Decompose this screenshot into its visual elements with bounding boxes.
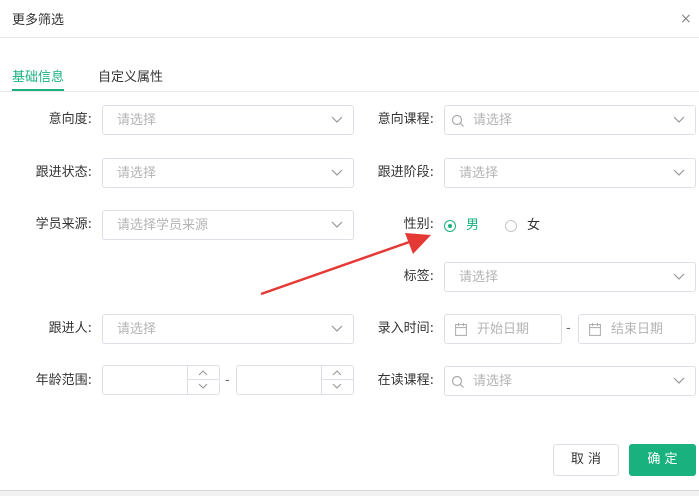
entry-end-date-placeholder: 结束日期	[611, 322, 664, 337]
entry-start-date-input[interactable]: 开始日期	[444, 314, 562, 344]
intent-course-select[interactable]: 请选择	[444, 105, 696, 135]
gender-female-label: 女	[527, 218, 541, 233]
current-course-placeholder: 请选择	[473, 374, 513, 389]
intent-level-placeholder: 请选择	[117, 113, 157, 128]
chevron-down-icon	[673, 273, 685, 280]
chevron-down-icon	[331, 221, 343, 228]
dialog-title: 更多筛选	[12, 13, 65, 28]
cancel-button[interactable]: 取 消	[553, 444, 619, 476]
follower-select[interactable]: 请选择	[102, 314, 354, 344]
current-course-select[interactable]: 请选择	[444, 366, 696, 396]
intent-course-placeholder: 请选择	[473, 113, 513, 128]
radio-checked-icon	[444, 220, 456, 232]
more-filters-dialog: 更多筛选 × 基础信息 自定义属性 意向度: 请选择 意向课程: 请选择 跟进状…	[0, 0, 699, 496]
entry-end-date-input[interactable]: 结束日期	[578, 314, 696, 344]
chevron-down-icon	[673, 377, 685, 384]
tab-basic-info[interactable]: 基础信息	[12, 66, 64, 85]
entry-time-label: 录入时间:	[377, 321, 434, 336]
age-max-input[interactable]	[237, 366, 319, 394]
age-min-input-wrap	[102, 365, 220, 395]
follower-label: 跟进人:	[48, 321, 92, 336]
age-max-input-wrap	[236, 365, 354, 395]
tabs-divider	[0, 91, 699, 92]
chevron-down-icon	[673, 169, 685, 176]
caret-up-icon	[198, 370, 208, 376]
search-icon	[451, 375, 464, 388]
calendar-icon	[455, 323, 467, 336]
close-icon[interactable]: ×	[680, 11, 692, 27]
follow-status-placeholder: 请选择	[117, 166, 157, 181]
chevron-down-icon	[331, 169, 343, 176]
header-divider	[0, 37, 699, 38]
background-page-peek	[0, 490, 699, 496]
age-min-stepper	[187, 366, 219, 394]
age-range-label: 年龄范围:	[35, 373, 92, 388]
calendar-icon	[589, 323, 601, 336]
radio-unchecked-icon	[505, 220, 517, 232]
age-min-increment-button[interactable]	[188, 366, 219, 380]
student-source-label: 学员来源:	[35, 217, 92, 232]
chevron-down-icon	[331, 325, 343, 332]
age-min-decrement-button[interactable]	[188, 380, 219, 394]
gender-radio-male[interactable]: 男	[444, 218, 484, 234]
gender-male-label: 男	[466, 218, 480, 233]
date-range-separator: -	[566, 321, 571, 336]
follow-stage-placeholder: 请选择	[459, 166, 499, 181]
caret-down-icon	[198, 383, 208, 389]
chevron-down-icon	[673, 116, 685, 123]
follow-stage-label: 跟进阶段:	[377, 165, 434, 180]
intent-course-label: 意向课程:	[377, 112, 434, 127]
follow-status-label: 跟进状态:	[35, 165, 92, 180]
annotation-arrow	[260, 233, 431, 296]
follow-stage-select[interactable]: 请选择	[444, 158, 696, 188]
search-icon	[451, 114, 464, 127]
entry-start-date-placeholder: 开始日期	[477, 322, 530, 337]
chevron-down-icon	[331, 116, 343, 123]
current-course-label: 在读课程:	[377, 373, 434, 388]
tags-placeholder: 请选择	[459, 270, 499, 285]
confirm-button[interactable]: 确 定	[629, 444, 696, 476]
intent-level-label: 意向度:	[48, 112, 92, 127]
follow-status-select[interactable]: 请选择	[102, 158, 354, 188]
follower-placeholder: 请选择	[117, 322, 157, 337]
tags-select[interactable]: 请选择	[444, 262, 696, 292]
student-source-placeholder: 请选择学员来源	[117, 218, 209, 233]
intent-level-select[interactable]: 请选择	[102, 105, 354, 135]
age-range-separator: -	[225, 373, 230, 388]
caret-up-icon	[332, 370, 342, 376]
caret-down-icon	[332, 383, 342, 389]
gender-radio-female[interactable]: 女	[505, 218, 545, 234]
tab-custom-attributes[interactable]: 自定义属性	[98, 66, 163, 85]
age-min-input[interactable]	[103, 366, 185, 394]
